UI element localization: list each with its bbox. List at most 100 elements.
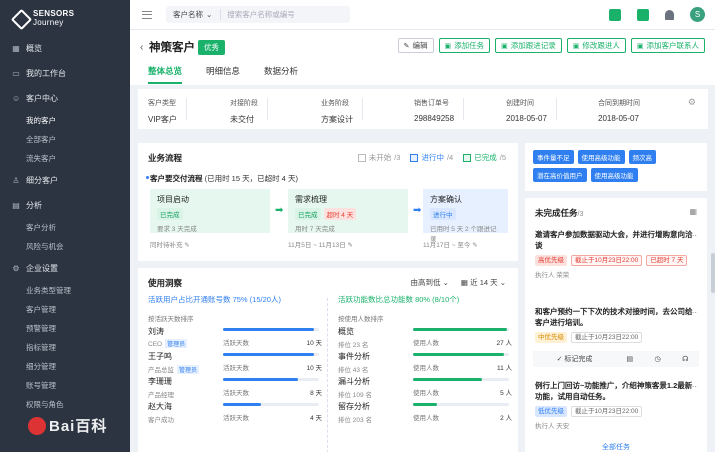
due-date: 截止于10月23日22:00	[571, 255, 643, 266]
usage-row[interactable]: 概览 排位 23 名使用人数 27 人	[338, 326, 512, 349]
sidebar-item[interactable]: 客户管理	[0, 300, 130, 319]
legend-checkbox[interactable]	[463, 153, 472, 162]
legend-item[interactable]: 未开始/3	[357, 152, 400, 163]
usage-row[interactable]: 刘涛 CEO 管理员 活跃天数 10 天	[148, 326, 322, 348]
back-icon[interactable]: ‹	[140, 42, 143, 53]
sidebar-section[interactable]: ▤ 分析	[0, 193, 130, 218]
sidebar-section[interactable]: ▦ 概览	[0, 36, 130, 61]
customer-tag[interactable]: 频次高	[628, 150, 656, 164]
flow-stage[interactable]: 需求梳理 已完成 超时 4 天用时 7 天完成	[288, 189, 408, 233]
customer-tag[interactable]: 事件量不足	[533, 150, 574, 164]
legend-item[interactable]: 进行中/4	[410, 152, 453, 163]
usage-row[interactable]: 赵大海 客户成功 活跃天数 4 天	[148, 401, 322, 424]
tab[interactable]: 数据分析	[264, 65, 298, 84]
sidebar-item[interactable]: 流失客户	[0, 149, 130, 168]
legend-checkbox[interactable]	[410, 153, 419, 162]
sidebar-item[interactable]: 账号管理	[0, 376, 130, 395]
row-metric-value: 10 天	[306, 340, 322, 347]
flow-stage[interactable]: 项目启动 已完成 要求 3 天完成	[150, 189, 270, 233]
tab[interactable]: 整体总览	[148, 65, 183, 84]
sidebar-section[interactable]: ☺ 客户中心	[0, 86, 130, 111]
clock-icon[interactable]: ◷	[644, 355, 672, 363]
usage-bar-fill	[413, 328, 508, 331]
sidebar-item[interactable]: 细分管理	[0, 357, 130, 376]
usage-bar	[223, 328, 319, 331]
calendar-icon[interactable]	[609, 8, 621, 21]
arrow-right-icon: ➡	[275, 205, 284, 216]
watermark: Bai百科	[28, 415, 107, 436]
task-text: 邀请客户参加数据驱动大会，并进行增购意向洽谈	[535, 230, 693, 250]
flow-stage[interactable]: 方案确认 进行中 已用时 5 天 2 个跟进记录	[423, 189, 508, 243]
usage-bar	[223, 378, 319, 381]
sidebar-item[interactable]: 客户分析	[0, 218, 130, 237]
search-field-select[interactable]: 客户名称 ⌄	[166, 9, 222, 20]
usage-sort[interactable]: 按活跃天数排序	[148, 313, 318, 323]
usage-row[interactable]: 事件分析 排位 43 名使用人数 11 人	[338, 351, 512, 374]
more-icon[interactable]: ⋯	[689, 308, 697, 317]
customer-tag[interactable]: 使用高级功能	[577, 150, 625, 164]
action-button[interactable]: ▣ 添加跟进记录	[495, 38, 562, 53]
all-tasks-link[interactable]: 全部任务	[525, 442, 707, 452]
sidebar-section[interactable]: ⚙ 企业设置	[0, 256, 130, 281]
usage-row[interactable]: 李珊珊 产品经理 活跃天数 8 天	[148, 376, 322, 399]
sort-select[interactable]: 由高到低 ⌄	[411, 277, 449, 288]
task-item[interactable]: 和客户预约一下下次的技术对接时间，去公司给客户进行培训。 中优先级 截止于10月23…	[535, 306, 695, 343]
avatar[interactable]: S	[690, 7, 705, 22]
row-role-text: 排位 109 名	[338, 392, 372, 399]
stage-date[interactable]: 11月5日 ~ 11月13日 ✎	[288, 239, 353, 249]
legend-checkbox[interactable]	[357, 153, 366, 162]
tags-card: 事件量不足 使用高级功能 频次高 潜在高价值用户 使用高级功能	[525, 143, 707, 191]
sidebar-section[interactable]: ▭ 我的工作台	[0, 61, 130, 86]
baidu-paw-icon	[28, 416, 46, 435]
usage-row[interactable]: 漏斗分析 排位 109 名使用人数 5 人	[338, 376, 512, 399]
usage-bar-fill	[413, 353, 505, 356]
scrollbar[interactable]	[711, 253, 715, 293]
more-icon[interactable]: ⋯	[689, 231, 697, 240]
action-button[interactable]: ✎ 编辑	[397, 38, 434, 53]
headset-icon[interactable]: ☊	[671, 355, 699, 363]
usage-row[interactable]: 王子鸣 产品总监 管理员 活跃天数 10 天	[148, 351, 322, 374]
customer-tag[interactable]: 潜在高价值用户	[533, 168, 587, 182]
sidebar-item[interactable]: 我的客户	[0, 111, 130, 130]
info-field: 客户类型 VIP客户	[148, 98, 187, 125]
task-item[interactable]: 邀请客户参加数据驱动大会，并进行增购意向洽谈 高优先级 截止于10月23日22:00…	[535, 229, 695, 281]
action-icon: ✎	[403, 42, 410, 50]
customer-tag[interactable]: 使用高级功能	[590, 168, 638, 182]
document-icon[interactable]	[637, 8, 649, 21]
action-button[interactable]: ▣ 添加客户联系人	[630, 38, 705, 53]
sidebar-item[interactable]: 全部客户	[0, 130, 130, 149]
row-role-text: 产品总监	[148, 367, 174, 374]
stage-subtext: 用时 7 天完成	[295, 226, 335, 233]
bell-icon[interactable]	[665, 9, 674, 20]
doc-icon[interactable]: ▤	[616, 355, 644, 363]
mark-complete-button[interactable]: ✓ 标记完成	[533, 354, 616, 364]
menu-toggle-icon[interactable]	[142, 10, 152, 19]
task-item[interactable]: 例行上门回访~功能推广，介绍神策客景1.2最新功能，试用自动任务。 低优先级 截止于…	[535, 380, 695, 432]
sidebar-section-label: 客户中心	[26, 94, 58, 103]
calendar-add-icon[interactable]: ▦	[689, 207, 697, 216]
stage-date[interactable]: 同时待补充 ✎	[150, 239, 190, 249]
period-select[interactable]: ▦ 近 14 天 ⌄	[461, 277, 506, 288]
sidebar-item[interactable]: 风险与机会	[0, 237, 130, 256]
tab[interactable]: 明细信息	[206, 65, 240, 84]
usage-row[interactable]: 留存分析 排位 203 名使用人数 2 人	[338, 401, 512, 424]
process-name[interactable]: 客户要交付流程 (已用时 15 天，已超时 4 天)	[146, 173, 298, 184]
sidebar-section[interactable]: ♙ 细分客户	[0, 168, 130, 193]
stage-date[interactable]: 11月17日 ~ 至今 ✎	[423, 239, 478, 249]
task-text: 和客户预约一下下次的技术对接时间，去公司给客户进行培训。	[535, 307, 693, 327]
settings-gear-icon[interactable]: ⚙	[688, 97, 696, 108]
search-input[interactable]	[221, 10, 332, 19]
action-button[interactable]: ▣ 添加任务	[438, 38, 491, 53]
usage-sort[interactable]: 按使用人数排序	[338, 313, 508, 323]
sidebar-item[interactable]: 权限与角色	[0, 395, 130, 414]
logo[interactable]: SENSORS Journey	[0, 0, 130, 36]
sidebar-item[interactable]: 业务类型管理	[0, 281, 130, 300]
info-field: 对接阶段 未交付	[230, 98, 268, 125]
more-icon[interactable]: ⋯	[689, 382, 697, 391]
overdue-badge: 已超时 7 天	[646, 255, 688, 266]
action-button[interactable]: ▣ 修改跟进人	[566, 38, 626, 53]
sidebar-item[interactable]: 指标管理	[0, 338, 130, 357]
legend-item[interactable]: 已完成/5	[463, 152, 506, 163]
sidebar-item[interactable]: 预警管理	[0, 319, 130, 338]
sidebar-section-label: 分析	[26, 201, 42, 210]
